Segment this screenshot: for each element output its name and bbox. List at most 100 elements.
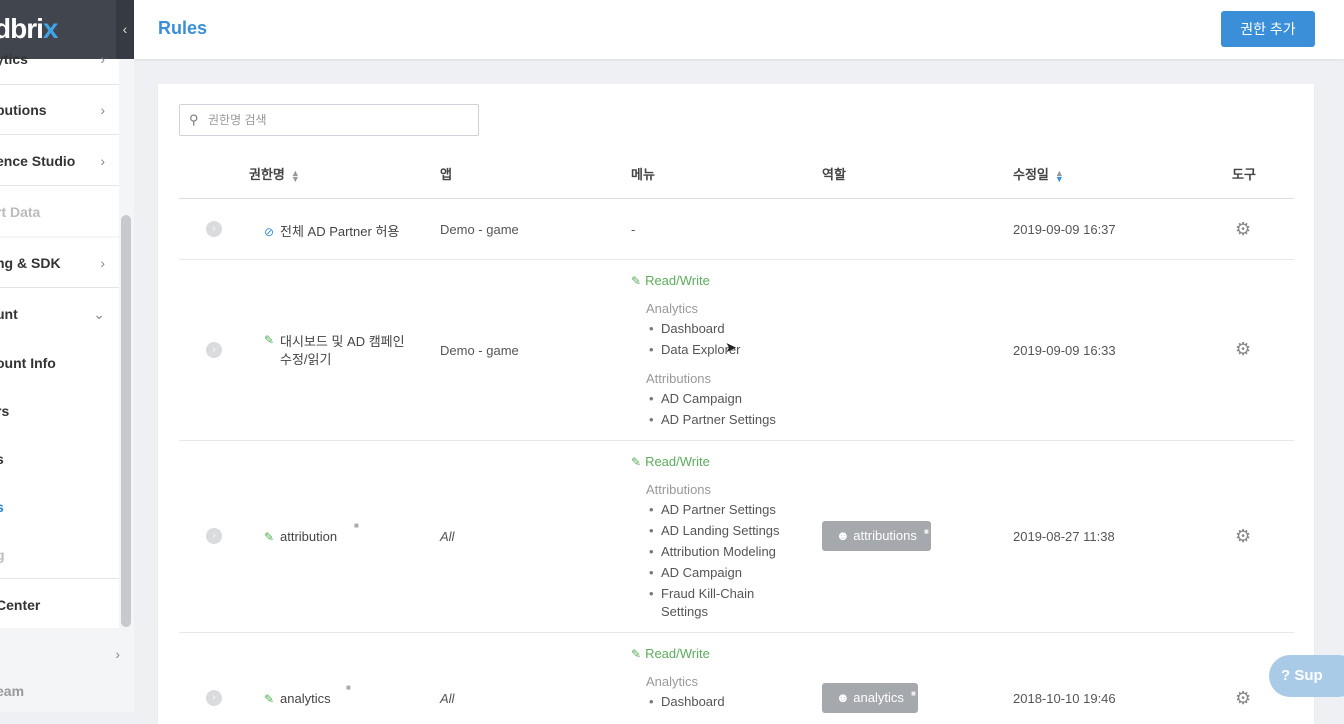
pencil-icon: ✎ bbox=[631, 647, 642, 661]
sidebar: dbrix ‹ ytics › butions › ence Studio › rt … bbox=[0, 0, 134, 712]
divider bbox=[0, 84, 119, 85]
menu-item: AD Partner Settings bbox=[649, 411, 776, 429]
permission-label: ✎ Read/Write bbox=[631, 646, 710, 661]
pencil-icon: ✎ bbox=[264, 692, 275, 706]
role-badge[interactable]: ☻ analytics ■ bbox=[822, 683, 918, 713]
column-label: 권한명 bbox=[249, 167, 285, 182]
sidebar-item-label: rs bbox=[0, 403, 10, 419]
sidebar-item-label: s bbox=[0, 499, 4, 515]
column-header-modified[interactable]: 수정일 ▲ ▼ bbox=[1013, 164, 1064, 183]
sidebar-item-label: butions bbox=[0, 102, 47, 118]
menu-item: Dashboard bbox=[649, 693, 725, 711]
mouse-cursor-icon: ➤ bbox=[725, 339, 737, 355]
collapse-sidebar-button[interactable]: ‹ bbox=[116, 0, 134, 59]
menu-item-continued: Settings bbox=[661, 604, 708, 619]
rule-name-text: analytics bbox=[280, 691, 331, 706]
group-icon: ☻ bbox=[836, 690, 854, 705]
divider bbox=[0, 578, 119, 579]
sort-icon[interactable]: ▲ ▼ bbox=[1055, 168, 1064, 183]
column-header-role: 역할 bbox=[822, 167, 846, 182]
row-divider bbox=[179, 259, 1294, 260]
gear-icon[interactable]: ⚙ bbox=[1235, 526, 1251, 547]
lock-icon: ■ bbox=[924, 527, 929, 536]
sidebar-item-label: ytics bbox=[0, 51, 28, 67]
column-label: 수정일 bbox=[1013, 167, 1049, 182]
support-button[interactable]: ? Sup bbox=[1269, 655, 1344, 697]
sidebar-scrollbar[interactable] bbox=[121, 215, 131, 627]
menu-group-title: Attributions bbox=[646, 371, 712, 386]
menu-group-title: Attributions bbox=[646, 482, 712, 497]
pencil-icon: ✎ bbox=[631, 455, 642, 469]
gear-icon[interactable]: ⚙ bbox=[1235, 688, 1251, 709]
role-text: attributions bbox=[853, 528, 917, 543]
page-title: Rules bbox=[158, 18, 208, 38]
pencil-icon: ✎ bbox=[631, 274, 642, 288]
rule-name-text: 대시보드 및 AD 캠페인 bbox=[280, 334, 405, 349]
app-cell: All bbox=[440, 529, 455, 544]
help-icon: ? bbox=[1281, 667, 1291, 684]
menu-group-title: Analytics bbox=[646, 674, 699, 689]
permission-label: ✎ Read/Write bbox=[631, 273, 710, 288]
permission-text: Read/Write bbox=[645, 273, 710, 288]
expand-row-button[interactable]: › bbox=[206, 528, 222, 544]
rule-name[interactable]: ⊘ 전체 AD Partner 허용 bbox=[264, 221, 399, 240]
chevron-right-icon: › bbox=[100, 102, 105, 118]
pencil-icon: ✎ bbox=[264, 333, 275, 347]
lock-icon: ■ bbox=[346, 683, 351, 692]
add-rule-button[interactable]: 권한 추가 bbox=[1221, 11, 1315, 47]
expand-row-button[interactable]: › bbox=[206, 221, 222, 237]
top-bar: Rules 권한 추가 bbox=[134, 0, 1344, 59]
sidebar-item-label: unt bbox=[0, 306, 18, 322]
logo-x: x bbox=[42, 13, 59, 44]
expand-row-button[interactable]: › bbox=[206, 690, 222, 706]
rule-name[interactable]: ✎ analytics ■ bbox=[264, 683, 351, 706]
expand-row-button[interactable]: › bbox=[206, 342, 222, 358]
menu-item: AD Campaign bbox=[649, 564, 742, 582]
role-badge[interactable]: ☻ attributions ■ bbox=[822, 521, 931, 551]
column-header-app: 앱 bbox=[440, 167, 452, 182]
sidebar-item-label: eam bbox=[0, 683, 25, 699]
sort-icon[interactable]: ▲ ▼ bbox=[291, 168, 300, 183]
menu-item: AD Campaign bbox=[649, 390, 742, 408]
menu-item: AD Landing Settings bbox=[649, 522, 779, 540]
app-cell: All bbox=[440, 691, 455, 706]
row-divider bbox=[179, 632, 1294, 633]
gear-icon[interactable]: ⚙ bbox=[1235, 219, 1251, 240]
row-divider bbox=[179, 440, 1294, 441]
gear-icon[interactable]: ⚙ bbox=[1235, 339, 1251, 360]
lock-icon: ■ bbox=[354, 521, 359, 530]
column-header-menu: 메뉴 bbox=[631, 167, 655, 182]
sidebar-item-label: ng & SDK bbox=[0, 255, 61, 271]
chevron-right-icon: › bbox=[100, 255, 105, 271]
rule-name[interactable]: ✎ 대시보드 및 AD 캠페인수정/읽기 bbox=[264, 333, 405, 369]
permission-label: ✎ Read/Write bbox=[631, 454, 710, 469]
chevron-right-icon: › bbox=[100, 153, 105, 169]
lock-icon: ■ bbox=[911, 689, 916, 698]
menu-item: Dashboard bbox=[649, 320, 725, 338]
search-box[interactable]: ⚲ bbox=[179, 104, 479, 136]
support-label: Sup bbox=[1294, 667, 1323, 684]
sidebar-item-label: ount Info bbox=[0, 355, 56, 371]
column-header-name[interactable]: 권한명 ▲ ▼ bbox=[249, 164, 300, 183]
modified-date: 2019-09-09 16:33 bbox=[1013, 343, 1116, 358]
menu-item: Attribution Modeling bbox=[649, 543, 776, 561]
role-text: analytics bbox=[853, 690, 904, 705]
rule-name[interactable]: ✎ attribution ■ bbox=[264, 521, 359, 544]
rules-card: ⚲ 권한명 ▲▼ 앱 메뉴 역할 수정일 ▲▼ 도구 › ⊘ 전체 AD Partne… bbox=[158, 84, 1314, 724]
chevron-down-icon: ⌄ bbox=[93, 306, 105, 322]
modified-date: 2018-10-10 19:46 bbox=[1013, 691, 1116, 706]
search-input[interactable] bbox=[208, 110, 468, 130]
rule-name-text: 전체 AD Partner 허용 bbox=[280, 224, 400, 239]
app-cell: Demo - game bbox=[440, 222, 519, 237]
rule-name-text: attribution bbox=[280, 529, 338, 544]
brand-logo[interactable]: dbrix bbox=[0, 13, 59, 45]
rule-name-text: 수정/읽기 bbox=[280, 352, 332, 367]
permission-text: Read/Write bbox=[645, 646, 710, 661]
sidebar-item-label: ence Studio bbox=[0, 153, 76, 169]
sidebar-item-label: s bbox=[0, 451, 4, 467]
menu-item: AD Partner Settings bbox=[649, 501, 776, 519]
modified-date: 2019-08-27 11:38 bbox=[1013, 529, 1115, 544]
group-icon: ☻ bbox=[836, 528, 854, 543]
menu-group-title: Analytics bbox=[646, 301, 699, 316]
menu-item: Fraud Kill-Chain bbox=[649, 585, 754, 603]
